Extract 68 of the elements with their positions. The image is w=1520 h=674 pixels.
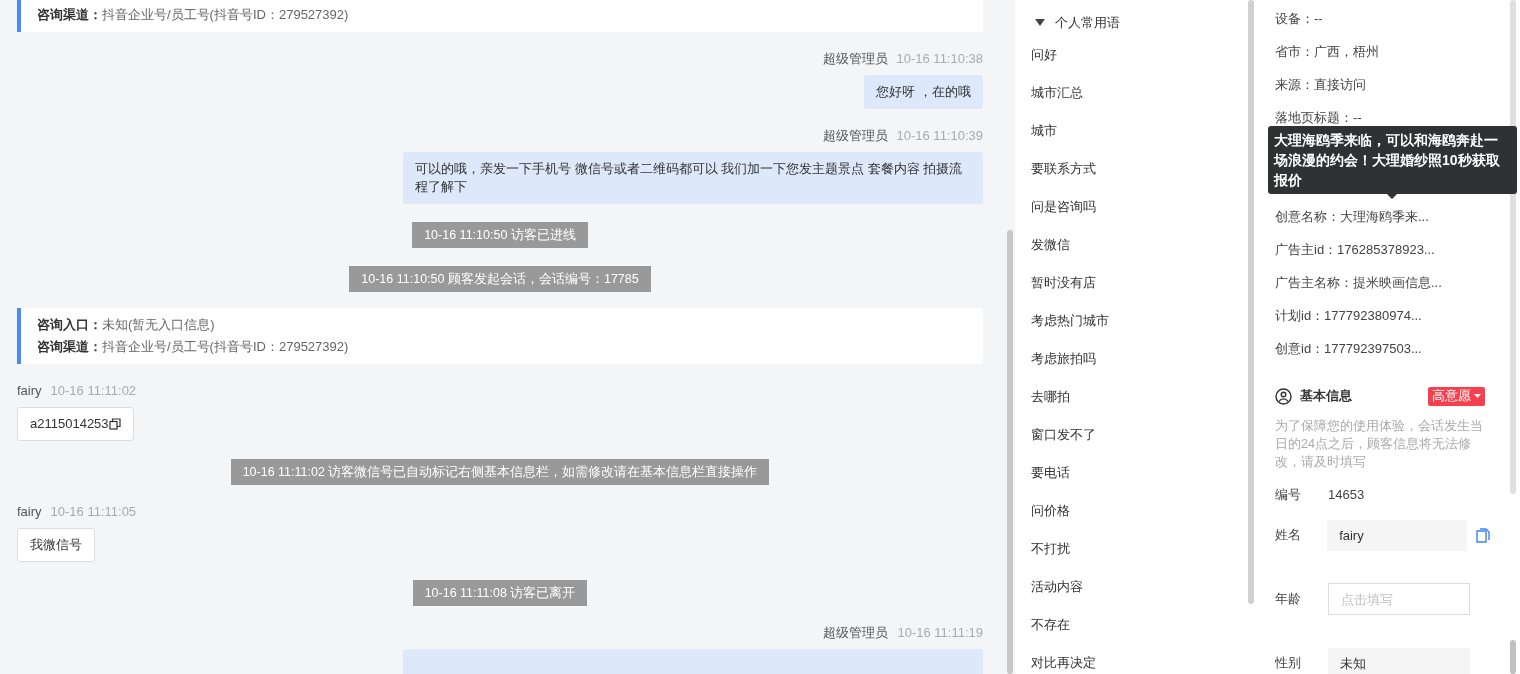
- message-time: 10-16 11:11:05: [50, 504, 137, 520]
- phrase-item[interactable]: 考虑旅拍吗: [1031, 340, 1248, 378]
- sender-name: fairy: [17, 504, 42, 520]
- phrase-group-header[interactable]: 个人常用语: [1015, 0, 1248, 36]
- info-row-text: 省市：广西，梧州: [1275, 43, 1380, 61]
- info-row-text: 创意名称：大理海鸥季来...: [1275, 208, 1430, 226]
- info-row-text: 广告主id：176285378923...: [1275, 241, 1436, 259]
- field-value: 14653: [1328, 486, 1365, 505]
- field-label: 姓名: [1275, 526, 1302, 545]
- user-circle-icon: [1275, 387, 1292, 405]
- sender-name: fairy: [17, 383, 42, 399]
- info-row-text: 创意id：177792397503...: [1275, 340, 1423, 358]
- message-bubble: 可以的哦，亲发一下手机号 微信号或者二维码都可以 我们加一下您发主题景点 套餐内容 拍摄流程了解下: [403, 152, 983, 204]
- phrase-item[interactable]: 活动内容: [1031, 568, 1248, 606]
- phrase-item[interactable]: 暂时没有店: [1031, 264, 1248, 302]
- phrase-item[interactable]: 去哪拍: [1031, 378, 1248, 416]
- name-field[interactable]: fairy: [1327, 519, 1467, 551]
- info-row-text: 计划id：177792380974...: [1275, 307, 1423, 325]
- notice-text: 为了保障您的使用体验，会话发生当日的24点之后，顾客信息将无法修改，请及时填写: [1275, 418, 1484, 471]
- message-time: 10-16 11:10:38: [896, 51, 983, 67]
- scrollbar-thumb[interactable]: [1510, 640, 1516, 674]
- phrase-item[interactable]: 城市: [1031, 112, 1248, 150]
- phrase-item[interactable]: 要电话: [1031, 454, 1248, 492]
- system-notice: 10-16 11:10:50 顾客发起会话，会话编号：17785: [349, 266, 651, 292]
- phrase-item[interactable]: 发微信: [1031, 226, 1248, 264]
- message-time: 10-16 11:10:39: [896, 128, 983, 144]
- phrase-item[interactable]: 问价格: [1031, 492, 1248, 530]
- section-title: 基本信息: [1300, 387, 1352, 406]
- copy-icon[interactable]: [108, 418, 121, 430]
- phrase-item[interactable]: 窗口发不了: [1031, 416, 1248, 454]
- message-text: 我微信号: [30, 537, 82, 553]
- field-label: 年龄: [1275, 590, 1302, 609]
- phrase-item[interactable]: 不存在: [1031, 606, 1248, 644]
- message-time: 10-16 11:11:02: [50, 383, 137, 399]
- intent-dropdown[interactable]: 高意愿: [1428, 386, 1485, 406]
- age-field[interactable]: 点击填写: [1328, 583, 1470, 615]
- phrase-item[interactable]: 城市汇总: [1031, 74, 1248, 112]
- phrase-item[interactable]: 要联系方式: [1031, 150, 1248, 188]
- scrollbar-thumb[interactable]: [1248, 0, 1254, 604]
- tooltip: 大理海鸥季来临，可以和海鸥奔赴一场浪漫的约会！大理婚纱照10秒获取报价: [1268, 126, 1517, 194]
- phrase-item[interactable]: 问是咨询吗: [1031, 188, 1248, 226]
- info-line: 咨询渠道：抖音企业号/员工号(抖音号ID：279527392): [37, 339, 350, 355]
- phrase-item[interactable]: 不打扰: [1031, 530, 1248, 568]
- system-notice: 10-16 11:11:08 访客已离开: [412, 580, 588, 606]
- tooltip-arrow: [1387, 194, 1397, 199]
- info-line: 咨询入口：未知(暂无入口信息): [37, 317, 216, 333]
- caret-icon: [1474, 394, 1481, 398]
- phrase-item[interactable]: 考虑热门城市: [1031, 302, 1248, 340]
- info-row-text: 广告主名称：提米映画信息...: [1275, 274, 1443, 292]
- info-row-text: 设备：--: [1275, 10, 1324, 28]
- phrase-item[interactable]: 对比再决定: [1031, 644, 1248, 674]
- field-label: 性别: [1275, 654, 1302, 673]
- name-field[interactable]: 未知: [1328, 647, 1470, 674]
- message-time: 10-16 11:11:19: [897, 625, 983, 641]
- system-notice: 10-16 11:10:50 访客已进线: [412, 222, 588, 248]
- info-row-text: 落地页标题：--: [1275, 109, 1363, 127]
- sender-name: 超级管理员: [822, 128, 888, 144]
- message-text: a2115014253: [30, 416, 109, 432]
- scrollbar-thumb[interactable]: [1510, 0, 1516, 494]
- sender-name: 超级管理员: [823, 625, 889, 641]
- info-row-text: 来源：直接访问: [1275, 76, 1367, 94]
- info-line: 咨询渠道：抖音企业号/员工号(抖音号ID：279527392): [37, 7, 350, 23]
- scrollbar-thumb[interactable]: [1007, 230, 1013, 674]
- field-label: 编号: [1275, 486, 1302, 505]
- phrase-item[interactable]: 问好: [1031, 36, 1248, 74]
- message-bubble: 您好呀 ，在的哦: [864, 75, 983, 109]
- sender-name: 超级管理员: [822, 51, 888, 67]
- system-notice: 10-16 11:11:02 访客微信号已自动标记右侧基本信息栏，如需修改请在基本信息栏直接操作: [230, 459, 770, 485]
